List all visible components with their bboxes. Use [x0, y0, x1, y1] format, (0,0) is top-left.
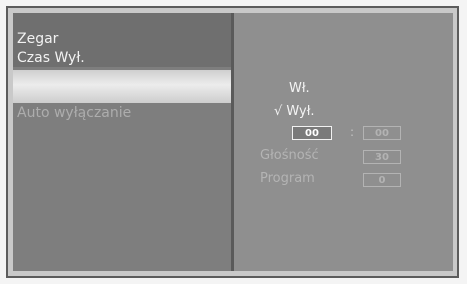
option-off[interactable]: √ Wył.: [274, 104, 315, 119]
time-hour-field[interactable]: 00: [292, 126, 332, 140]
time-minute-field[interactable]: 00: [363, 126, 401, 140]
menu-item-auto-off[interactable]: Auto wyłączanie: [17, 105, 131, 121]
menu-item-clock[interactable]: Zegar: [17, 31, 58, 47]
menu-item-highlight[interactable]: [13, 70, 231, 103]
program-field[interactable]: 0: [363, 173, 401, 187]
volume-label: Głośność: [260, 148, 319, 163]
time-separator: :: [350, 125, 355, 139]
osd-screen: Zegar Czas Wył. Auto wyłączanie Wł. √ Wy…: [6, 6, 459, 278]
menu-list: Zegar Czas Wył. Auto wyłączanie: [13, 13, 231, 271]
volume-field[interactable]: 30: [363, 150, 401, 164]
options-panel: Wł. √ Wył. 00 : 00 Głośność 30 Program 0: [234, 13, 453, 271]
option-on[interactable]: Wł.: [289, 81, 310, 96]
program-label: Program: [260, 171, 315, 186]
menu-item-off-time[interactable]: Czas Wył.: [17, 50, 85, 66]
